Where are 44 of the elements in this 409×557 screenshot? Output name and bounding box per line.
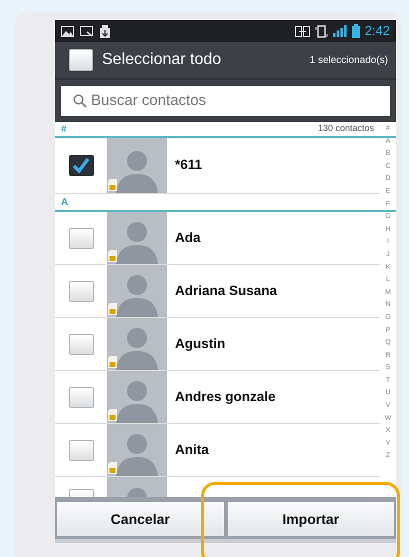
contact-name: *611	[175, 156, 202, 174]
section-letter: A	[61, 196, 68, 210]
contact-row[interactable]: Anita	[55, 424, 380, 477]
search-icon	[73, 94, 87, 108]
dialog-button[interactable]: Cancelar	[57, 502, 224, 536]
dual-sim-icon	[294, 26, 310, 36]
checkbox[interactable]	[68, 440, 94, 460]
image-icon	[61, 26, 74, 36]
battery-icon	[352, 24, 360, 38]
sim-card-icon	[108, 409, 117, 421]
checkbox[interactable]	[68, 386, 94, 408]
contact-name: Ada	[175, 228, 201, 247]
select-all-label[interactable]: Seleccionar todo	[102, 48, 222, 72]
checkbox[interactable]	[68, 228, 94, 248]
contact-count: 130 contactos	[318, 122, 374, 136]
sim-card-icon	[108, 303, 117, 315]
sim-card-icon	[108, 250, 117, 262]
checkbox[interactable]	[68, 280, 94, 302]
contact-row[interactable]: Agustin	[55, 318, 380, 371]
search-input[interactable]: Buscar contactos	[91, 90, 390, 112]
vibrate-icon	[314, 24, 328, 38]
selected-count: 1 seleccionado(s)	[310, 54, 388, 68]
checkbox[interactable]	[69, 49, 93, 71]
contact-name: Anita	[175, 440, 209, 459]
sim-card-icon	[108, 356, 117, 368]
checkbox[interactable]	[68, 334, 94, 354]
contact-name: Andres gonzale	[175, 388, 276, 406]
contact-row[interactable]: Ada	[55, 212, 380, 265]
contact-row[interactable]: Adriana Susana	[55, 265, 380, 318]
contact-name: Adriana Susana	[175, 282, 278, 300]
checkmark-icon	[72, 158, 90, 174]
signal-icon	[332, 25, 347, 37]
checkbox[interactable]	[68, 155, 94, 176]
sim-card-icon	[108, 179, 117, 191]
contact-name: Agustin	[175, 334, 226, 353]
contact-row[interactable]: Andres gonzale	[55, 371, 380, 424]
dialog-button[interactable]: Importar	[228, 502, 394, 536]
section-letter: #	[61, 122, 67, 136]
contact-row[interactable]: *611	[55, 138, 380, 194]
status-time: 2:42	[364, 22, 390, 40]
download-icon	[99, 24, 111, 38]
search-field[interactable]: Buscar contactos	[61, 86, 390, 116]
sim-card-icon	[108, 462, 117, 474]
screenshot-icon	[80, 26, 93, 36]
